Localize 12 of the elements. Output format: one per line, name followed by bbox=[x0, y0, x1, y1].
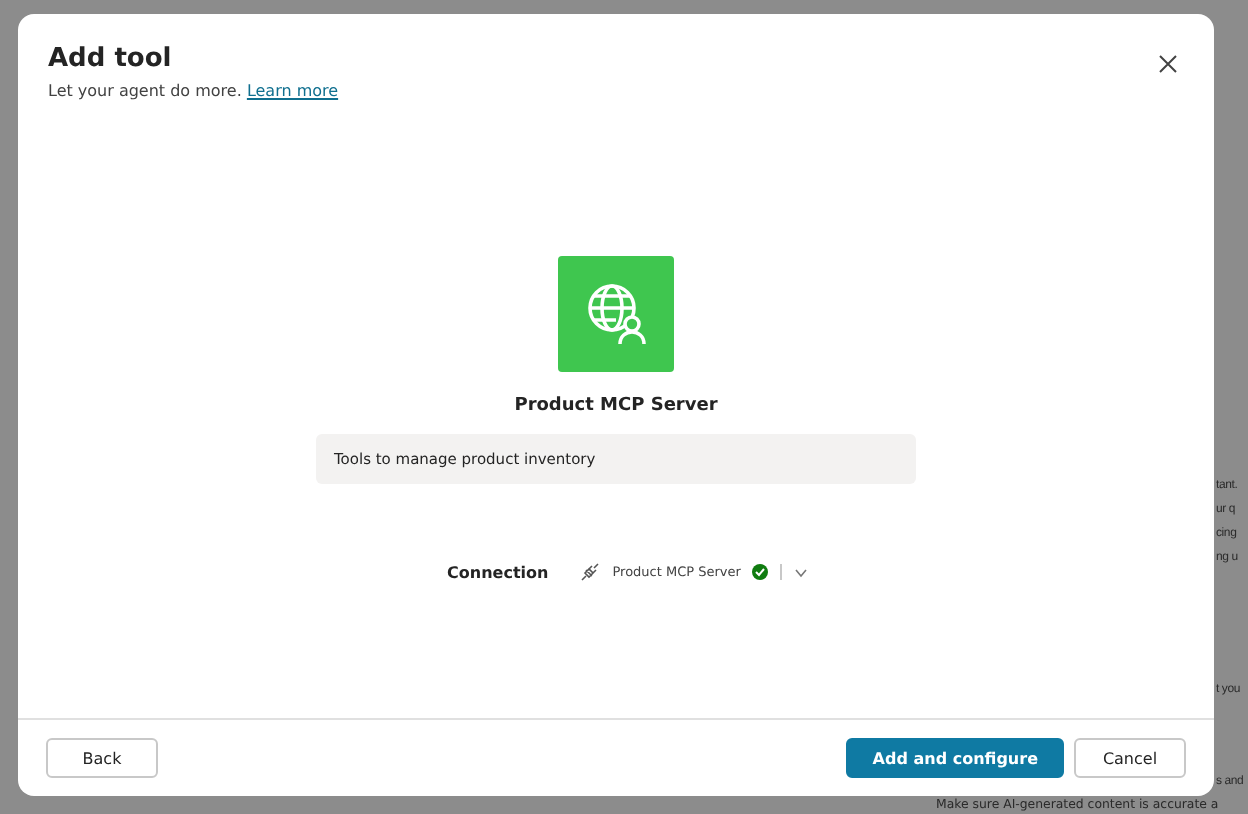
globe-person-icon bbox=[558, 256, 674, 372]
add-and-configure-button[interactable]: Add and configure bbox=[846, 738, 1064, 778]
link-icon bbox=[580, 562, 601, 582]
dialog-button[interactable]: Back bbox=[46, 738, 158, 778]
tool-name: Product MCP Server bbox=[514, 396, 718, 416]
dialog-title: Add tool bbox=[48, 44, 174, 74]
dialog-button[interactable]: Cancel bbox=[1074, 738, 1186, 778]
chevron-down-icon[interactable] bbox=[794, 567, 809, 577]
connection-label: Connection bbox=[447, 563, 549, 581]
close-icon[interactable] bbox=[1158, 54, 1178, 74]
dialog-subtitle: Let your agent do more. Learn more bbox=[48, 82, 339, 100]
learn-more-link[interactable]: Learn more bbox=[246, 82, 339, 100]
